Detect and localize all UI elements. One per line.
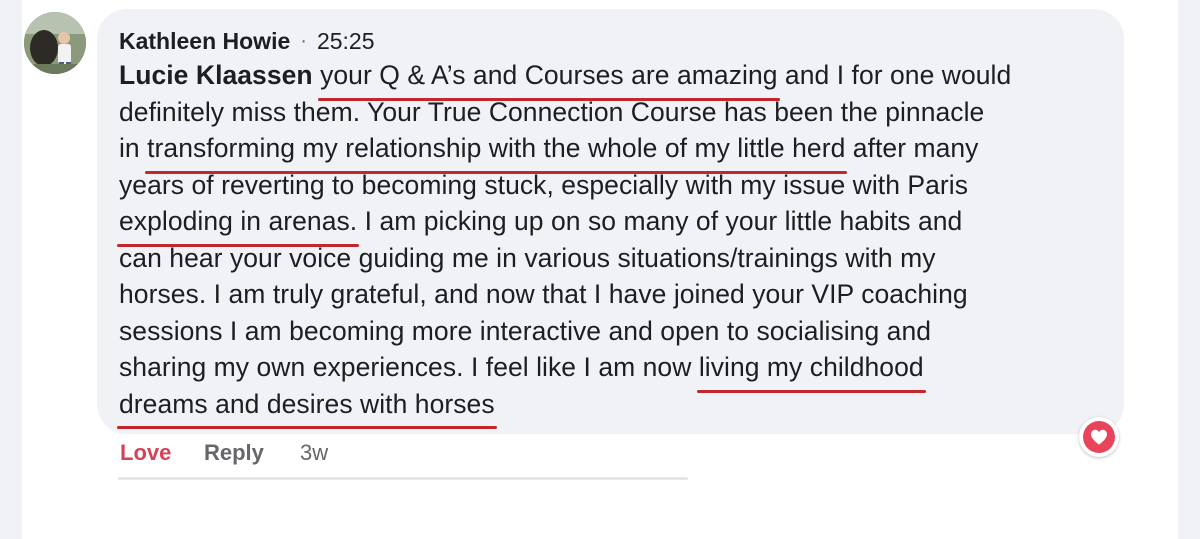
comment-text: sessions I am becoming more interactive … bbox=[119, 315, 932, 346]
comment-body: Lucie Klaassen your Q & A’s and Courses … bbox=[116, 57, 1109, 429]
comment-timestamp: 25:25 bbox=[316, 27, 375, 54]
separator-dot: · bbox=[300, 29, 307, 52]
comment-line: in transforming my relationship with the… bbox=[119, 130, 1109, 173]
underlined-phrase: living my childhood bbox=[696, 349, 926, 392]
comment-age[interactable]: 3w bbox=[300, 440, 328, 466]
comment-text: years of reverting to becoming stuck, es… bbox=[119, 169, 969, 200]
underlined-phrase: dreams and desires with horses bbox=[117, 386, 497, 429]
comment-header: Kathleen Howie · 25:25 bbox=[119, 26, 375, 56]
underlined-phrase: your Q & A’s and Courses are amazing bbox=[318, 57, 780, 100]
avatar[interactable] bbox=[24, 12, 86, 74]
comment-text: after many bbox=[845, 133, 979, 163]
comment-text bbox=[313, 60, 320, 90]
mention-link[interactable]: Lucie Klaassen bbox=[119, 60, 313, 90]
author-name[interactable]: Kathleen Howie bbox=[119, 28, 290, 55]
comment-actions: Love Reply 3w bbox=[120, 438, 328, 468]
reply-divider bbox=[118, 477, 688, 480]
comment-text: and I for one would bbox=[777, 60, 1012, 90]
comment-line: Lucie Klaassen your Q & A’s and Courses … bbox=[119, 57, 1109, 100]
comment-text: horses. I am truly grateful, and now tha… bbox=[119, 279, 968, 309]
comment-text: I am picking up on so many of your littl… bbox=[357, 206, 963, 236]
bottom-card bbox=[22, 483, 1178, 539]
comment-text: sharing my own experiences. I feel like … bbox=[119, 352, 699, 382]
comment-text: in bbox=[119, 133, 148, 163]
love-button[interactable]: Love bbox=[120, 440, 204, 466]
comment-line: sharing my own experiences. I feel like … bbox=[119, 349, 1109, 392]
comment-line: sessions I am becoming more interactive … bbox=[119, 313, 1109, 350]
comment-line: horses. I am truly grateful, and now tha… bbox=[119, 276, 1109, 313]
heart-icon bbox=[1091, 429, 1107, 445]
underlined-phrase: transforming my relationship with the wh… bbox=[145, 130, 848, 173]
comment-line: exploding in arenas. I am picking up on … bbox=[116, 203, 1109, 246]
avatar-photo bbox=[24, 12, 86, 74]
comment-line: dreams and desires with horses bbox=[117, 386, 1109, 429]
reply-button[interactable]: Reply bbox=[204, 440, 300, 466]
underlined-phrase: exploding in arenas. bbox=[116, 203, 360, 246]
reaction-badge-fill bbox=[1083, 421, 1115, 453]
comment-text: definitely miss them. Your True Connecti… bbox=[119, 96, 985, 127]
comment-text: can hear your voice guiding me in variou… bbox=[119, 242, 936, 273]
reaction-badge[interactable] bbox=[1079, 417, 1119, 457]
